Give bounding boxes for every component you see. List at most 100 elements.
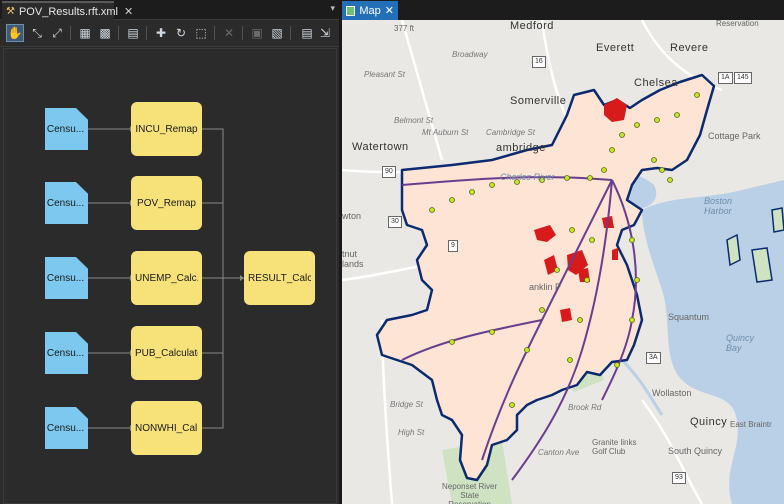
template-properties-button[interactable]: ▤	[298, 24, 316, 42]
properties-button[interactable]: ▤	[124, 24, 142, 42]
map-label-belmont-st: Belmont St	[394, 116, 434, 125]
map-label-charles-river: Charles River	[500, 172, 555, 182]
island	[726, 233, 741, 267]
raster-function-icon: ⚒	[6, 6, 15, 17]
connector-line	[202, 353, 224, 429]
map-label-cambridge: ambridge	[496, 142, 546, 154]
map-label-neponset-reservation: Neponset River State Reservation	[442, 482, 498, 504]
add-data-button[interactable]: ✚	[152, 24, 170, 42]
map-label-cottage-park: Cottage Park	[708, 131, 761, 141]
node-label: Censu...	[46, 422, 85, 434]
map-label-mt-auburn-st: Mt Auburn St	[422, 128, 469, 137]
raster-dataset-node[interactable]: Censu...	[45, 257, 88, 299]
close-icon[interactable]: ✕	[385, 4, 394, 17]
save-button[interactable]: ▣	[248, 24, 266, 42]
map-label-squantum: Squantum	[668, 312, 710, 322]
map-label-everett: Everett	[596, 42, 635, 54]
route-shield-90: 90	[382, 166, 396, 178]
map-label-granite-links: Granite links Golf Club	[592, 438, 637, 456]
refresh-button[interactable]: ↻	[172, 24, 190, 42]
raster-dataset-node[interactable]: Censu...	[45, 108, 88, 150]
island	[771, 207, 784, 233]
map-label-reservation: Reservation	[716, 20, 759, 28]
node-label: PUB_Calculator	[135, 347, 198, 359]
toolbar-divider	[290, 26, 291, 40]
route-shield-93: 93	[672, 472, 686, 484]
editor-toolbar: ✋ ⤡ ⤢ ▦ ▩ ▤ ✚ ↻ ⬚ ✕ ▣ ▧ ▤ ⇲	[0, 20, 339, 47]
toolbar-divider	[214, 26, 215, 40]
function-chain-canvas[interactable]: Censu... Censu... Censu... Censu... Cens…	[3, 48, 337, 504]
fit-to-window-button[interactable]: ⤡	[28, 24, 46, 42]
route-shield-1a: 1A	[718, 72, 733, 84]
map-icon	[346, 5, 356, 16]
toolbar-divider	[118, 26, 119, 40]
tab-title: POV_Results.rft.xml	[18, 5, 118, 18]
map-label-cambridge-st: Cambridge St	[486, 128, 535, 137]
close-icon[interactable]: ✕	[124, 5, 133, 18]
map-label-broadway: Broadway	[452, 50, 488, 59]
toolbar-divider	[146, 26, 147, 40]
function-node-unemp-calculator[interactable]: UNEMP_Calc...	[131, 251, 202, 305]
map-label-newton: wton	[342, 211, 362, 221]
map-label-canton-ave: Canton Ave	[538, 448, 580, 457]
map-label-chelsea: Chelsea	[634, 77, 678, 89]
node-label: POV_Remap	[137, 197, 196, 209]
function-node-pov-remap[interactable]: POV_Remap	[131, 176, 202, 230]
raster-dataset-node[interactable]: Censu...	[45, 182, 88, 224]
tab-title: Map	[359, 4, 381, 17]
toolbar-divider	[242, 26, 243, 40]
map-label-quincy-bay: Quincy Bay	[726, 333, 755, 353]
toolbar-overflow-button[interactable]: ⇲	[318, 24, 332, 42]
map-label-brook-rd: Brook Rd	[568, 403, 602, 412]
map-pane: Map ✕ Medford Everett Revere Chelsea Som…	[342, 0, 784, 504]
toolbar-divider	[70, 26, 71, 40]
map-label-bridge-st: Bridge St	[390, 400, 423, 409]
map-label-wollaston: Wollaston	[652, 388, 692, 398]
map-label-chestnut-hill: tnut lands	[342, 249, 364, 269]
raster-dataset-node[interactable]: Censu...	[45, 332, 88, 374]
tab-menu-chevron-icon[interactable]: ▾	[330, 3, 335, 14]
route-shield-3a: 3A	[646, 352, 661, 364]
function-node-pub-calculator[interactable]: PUB_Calculator	[131, 326, 202, 380]
export-button[interactable]: ⬚	[192, 24, 210, 42]
raster-function-editor-pane: ⚒ POV_Results.rft.xml ✕ ▾ ✋ ⤡ ⤢ ▦ ▩ ▤ ✚ …	[0, 0, 339, 504]
node-label: NONWHI_Cal...	[135, 422, 198, 434]
map-label-high-st: High St	[398, 428, 425, 437]
route-shield-30: 30	[388, 216, 402, 228]
tab-map[interactable]: Map ✕	[342, 1, 398, 20]
highway	[400, 20, 444, 161]
map-label-medford: Medford	[510, 20, 554, 32]
expand-all-button[interactable]: ⤢	[48, 24, 66, 42]
node-label: Censu...	[46, 197, 85, 209]
node-label: INCU_Remap	[135, 123, 198, 135]
map-view[interactable]: Medford Everett Revere Chelsea Somervill…	[342, 20, 784, 504]
tab-pov-results[interactable]: ⚒ POV_Results.rft.xml ✕	[2, 1, 133, 20]
save-as-button[interactable]: ▧	[268, 24, 286, 42]
function-node-nonwhi-calculator[interactable]: NONWHI_Cal...	[131, 401, 202, 455]
raster-dataset-node[interactable]: Censu...	[45, 407, 88, 449]
arrange-button[interactable]: ▩	[96, 24, 114, 42]
route-shield-145: 145	[734, 72, 752, 84]
map-label-quincy: Quincy	[690, 416, 728, 428]
node-label: RESULT_Calc...	[248, 272, 311, 284]
editor-tab-bar: ⚒ POV_Results.rft.xml ✕ ▾	[0, 0, 339, 20]
connector-line	[202, 278, 224, 354]
map-label-south-quincy: South Quincy	[668, 446, 723, 456]
route-shield-16: 16	[532, 56, 546, 68]
node-label: Censu...	[46, 347, 85, 359]
function-node-incu-remap[interactable]: INCU_Remap	[131, 102, 202, 156]
function-node-result-calculator[interactable]: RESULT_Calc...	[244, 251, 315, 305]
node-label: Censu...	[46, 123, 85, 135]
map-label-franklin-park: anklin P	[529, 282, 562, 292]
map-label-somerville: Somerville	[510, 95, 567, 107]
map-label-boston-harbor: Boston Harbor	[704, 196, 733, 216]
route-shield-9: 9	[448, 240, 458, 252]
node-label: UNEMP_Calc...	[135, 272, 198, 284]
pan-tool-button[interactable]: ✋	[6, 24, 24, 42]
map-label-revere: Revere	[670, 42, 709, 54]
delete-button[interactable]: ✕	[220, 24, 238, 42]
map-label-pleasant-st: Pleasant St	[364, 70, 405, 79]
map-label-watertown: Watertown	[352, 141, 409, 153]
auto-layout-button[interactable]: ▦	[76, 24, 94, 42]
map-label-elevation: 377 ft	[394, 24, 415, 33]
